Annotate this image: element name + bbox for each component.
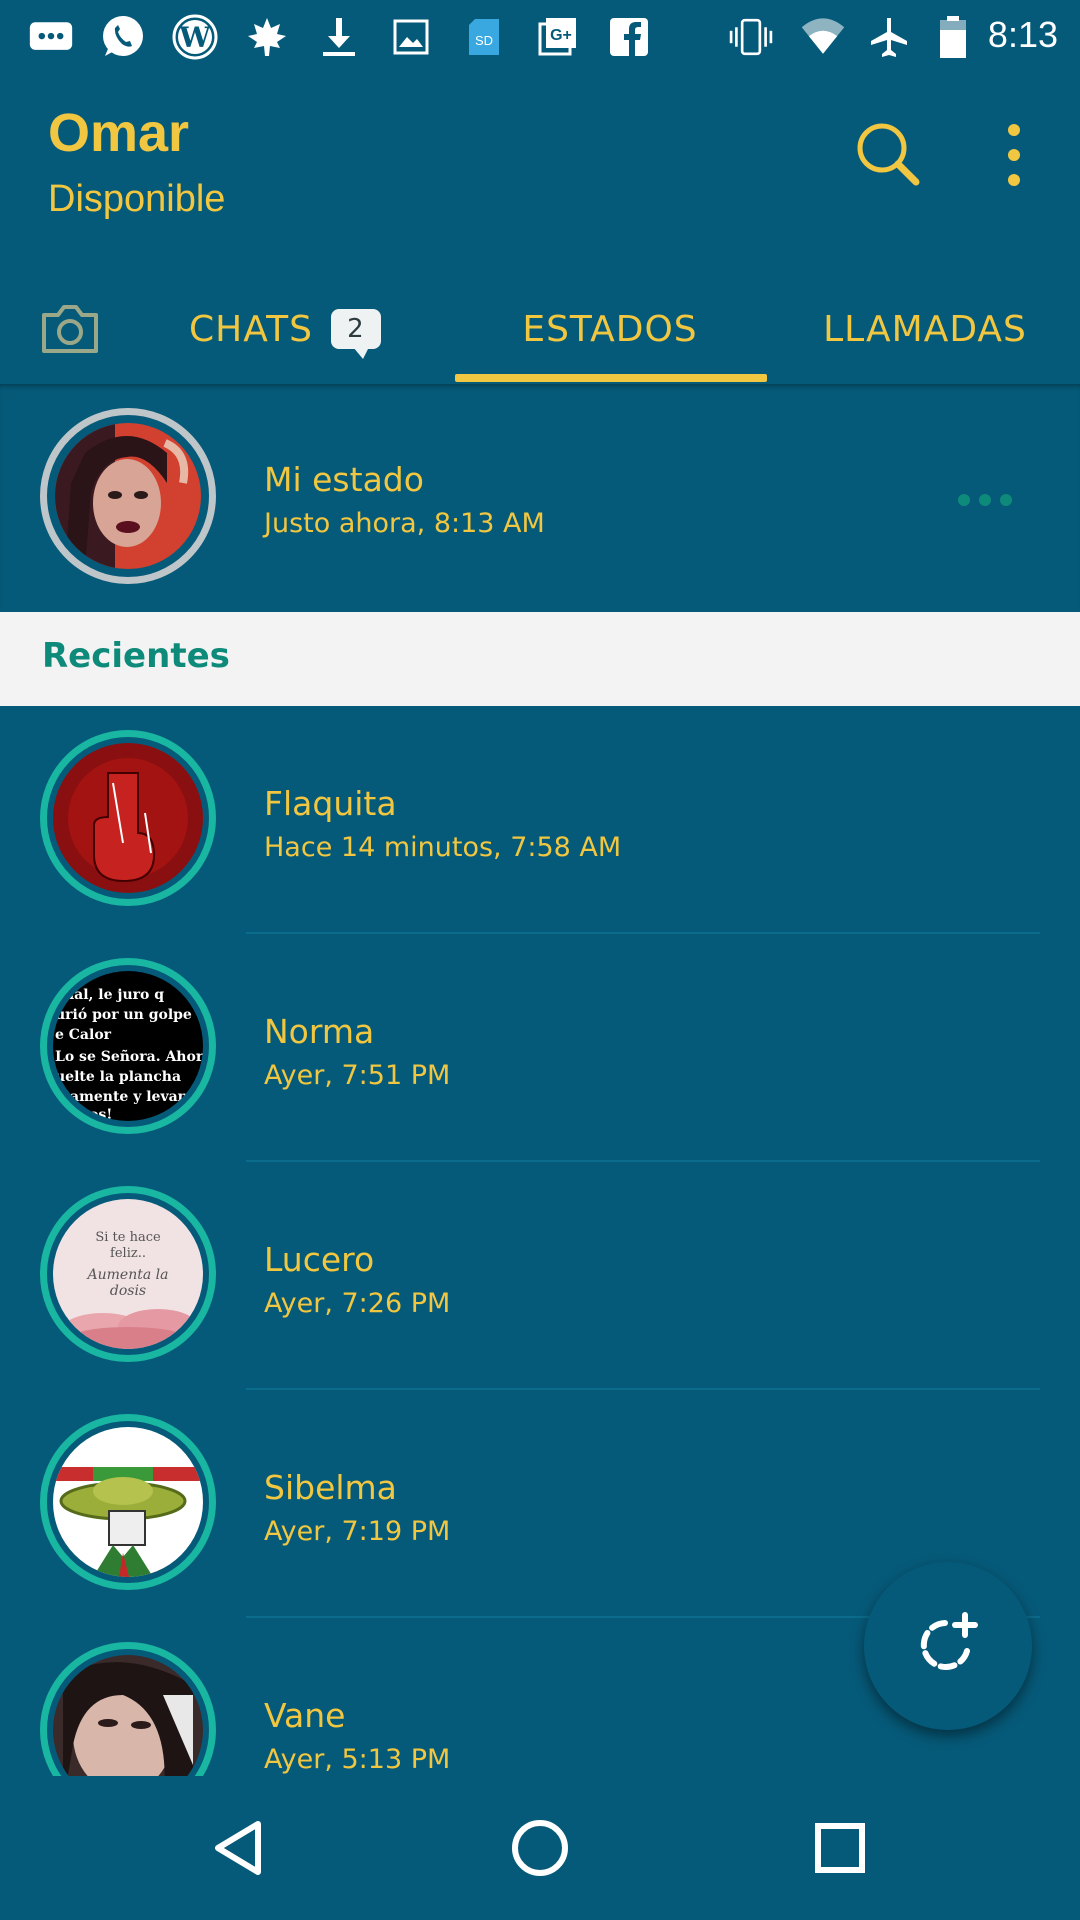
thumb-text-line: feliz.. [110,1246,146,1261]
status-avatar[interactable] [40,1414,216,1590]
status-contact-name: Sibelma [264,1468,397,1507]
status-avatar[interactable] [40,1642,216,1776]
status-time: Ayer, 7:51 PM [264,1060,451,1091]
my-status-row[interactable]: Mi estado Justo ahora, 8:13 AM [0,384,1080,612]
my-status-title: Mi estado [264,460,424,499]
download-icon [316,14,362,60]
thumb-text-line: icial, le juro q [55,987,164,1003]
status-time: Ayer, 7:26 PM [264,1288,451,1319]
add-status-button[interactable] [864,1562,1032,1730]
facebook-icon [606,14,652,60]
camera-icon [42,305,98,353]
battery-icon [930,14,976,60]
my-status-avatar[interactable] [40,408,216,584]
thumb-text-line: manos! [55,1107,112,1121]
thumb-text-line: uelte la plancha [55,1069,181,1085]
recents-icon [815,1823,865,1873]
svg-text:G+: G+ [550,27,572,44]
message-icon [28,14,74,60]
vibrate-icon [728,14,774,60]
tab-chats-label: CHATS [189,308,313,350]
status-row[interactable]: Flaquita Hace 14 minutos, 7:58 AM [0,706,1080,934]
airplane-icon [866,14,912,60]
status-avatar[interactable]: Si te hace feliz.. Aumenta la dosis [40,1186,216,1362]
tab-estados-label: ESTADOS [522,308,698,350]
app-header: Omar Disponible CHATS 2 ESTADOS LLAMADAS [0,74,1080,384]
status-row[interactable]: icial, le juro q urió por un golpe e Cal… [0,934,1080,1162]
tab-chats[interactable]: CHATS 2 [140,274,430,384]
status-contact-name: Lucero [264,1240,375,1279]
status-bar: W SD G+ 8:13 [0,0,1080,74]
avatar [55,423,201,569]
avatar [53,1655,203,1776]
google-plus-icon: G+ [534,14,580,60]
status-contact-name: Norma [264,1012,375,1051]
status-avatar[interactable] [40,730,216,906]
sd-card-icon: SD [462,14,508,60]
dot [979,494,991,506]
status-row[interactable]: Si te hace feliz.. Aumenta la dosis Luce… [0,1162,1080,1390]
recents-button[interactable] [804,1812,876,1884]
dot [958,494,970,506]
profile-name: Omar [48,103,190,163]
image-icon [388,14,434,60]
status-avatar[interactable]: icial, le juro q urió por un golpe e Cal… [40,958,216,1134]
avatar [53,1427,203,1577]
avatar [53,743,203,893]
leaf-icon [244,14,290,60]
thumb-text-line: ctamente y levant [55,1089,195,1105]
status-contact-name: Flaquita [264,784,397,823]
tab-camera[interactable] [30,274,110,384]
thumb-text-line: e Calor [55,1027,112,1043]
status-time: Hace 14 minutos, 7:58 AM [264,832,622,863]
my-status-time: Justo ahora, 8:13 AM [264,508,545,539]
thumb-text-line: Si te hace [95,1230,161,1245]
avatar: icial, le juro q urió por un golpe e Cal… [53,971,203,1121]
tab-llamadas-label: LLAMADAS [823,308,1027,350]
profile-status: Disponible [48,178,226,220]
recent-section-title: Recientes [42,636,230,676]
navigation-bar [0,1776,1080,1920]
svg-text:SD: SD [475,33,493,48]
status-contact-name: Vane [264,1696,346,1735]
dot [1000,494,1012,506]
wordpress-icon: W [172,14,218,60]
back-icon [215,1821,261,1875]
thumb-text-line: Aumenta la [86,1267,169,1283]
status-time: Ayer, 5:13 PM [264,1744,451,1775]
status-add-icon [920,1612,978,1670]
search-icon [857,123,920,186]
my-status-more-button[interactable] [958,494,1012,510]
thumb-text-line: Lo se Señora. Ahor [55,1048,203,1065]
recent-section-header: Recientes [0,612,1080,706]
avatar: Si te hace feliz.. Aumenta la dosis [53,1199,203,1349]
svg-text:W: W [178,21,211,54]
clock: 8:13 [987,14,1058,55]
tab-llamadas[interactable]: LLAMADAS [790,274,1060,384]
back-button[interactable] [204,1812,276,1884]
tab-estados[interactable]: ESTADOS [455,274,765,384]
more-vert-icon [1008,124,1020,186]
thumb-text-line: dosis [110,1283,146,1299]
home-button[interactable] [504,1812,576,1884]
search-button[interactable] [850,116,930,196]
home-icon [512,1820,568,1876]
more-options-button[interactable] [996,120,1032,190]
wifi-icon [800,14,846,60]
whatsapp-icon [100,14,146,60]
unread-badge: 2 [330,309,381,359]
status-time: Ayer, 7:19 PM [264,1516,451,1547]
tab-indicator [455,374,767,382]
tab-bar: CHATS 2 ESTADOS LLAMADAS [0,274,1080,384]
thumb-text-line: urió por un golpe [55,1007,192,1023]
